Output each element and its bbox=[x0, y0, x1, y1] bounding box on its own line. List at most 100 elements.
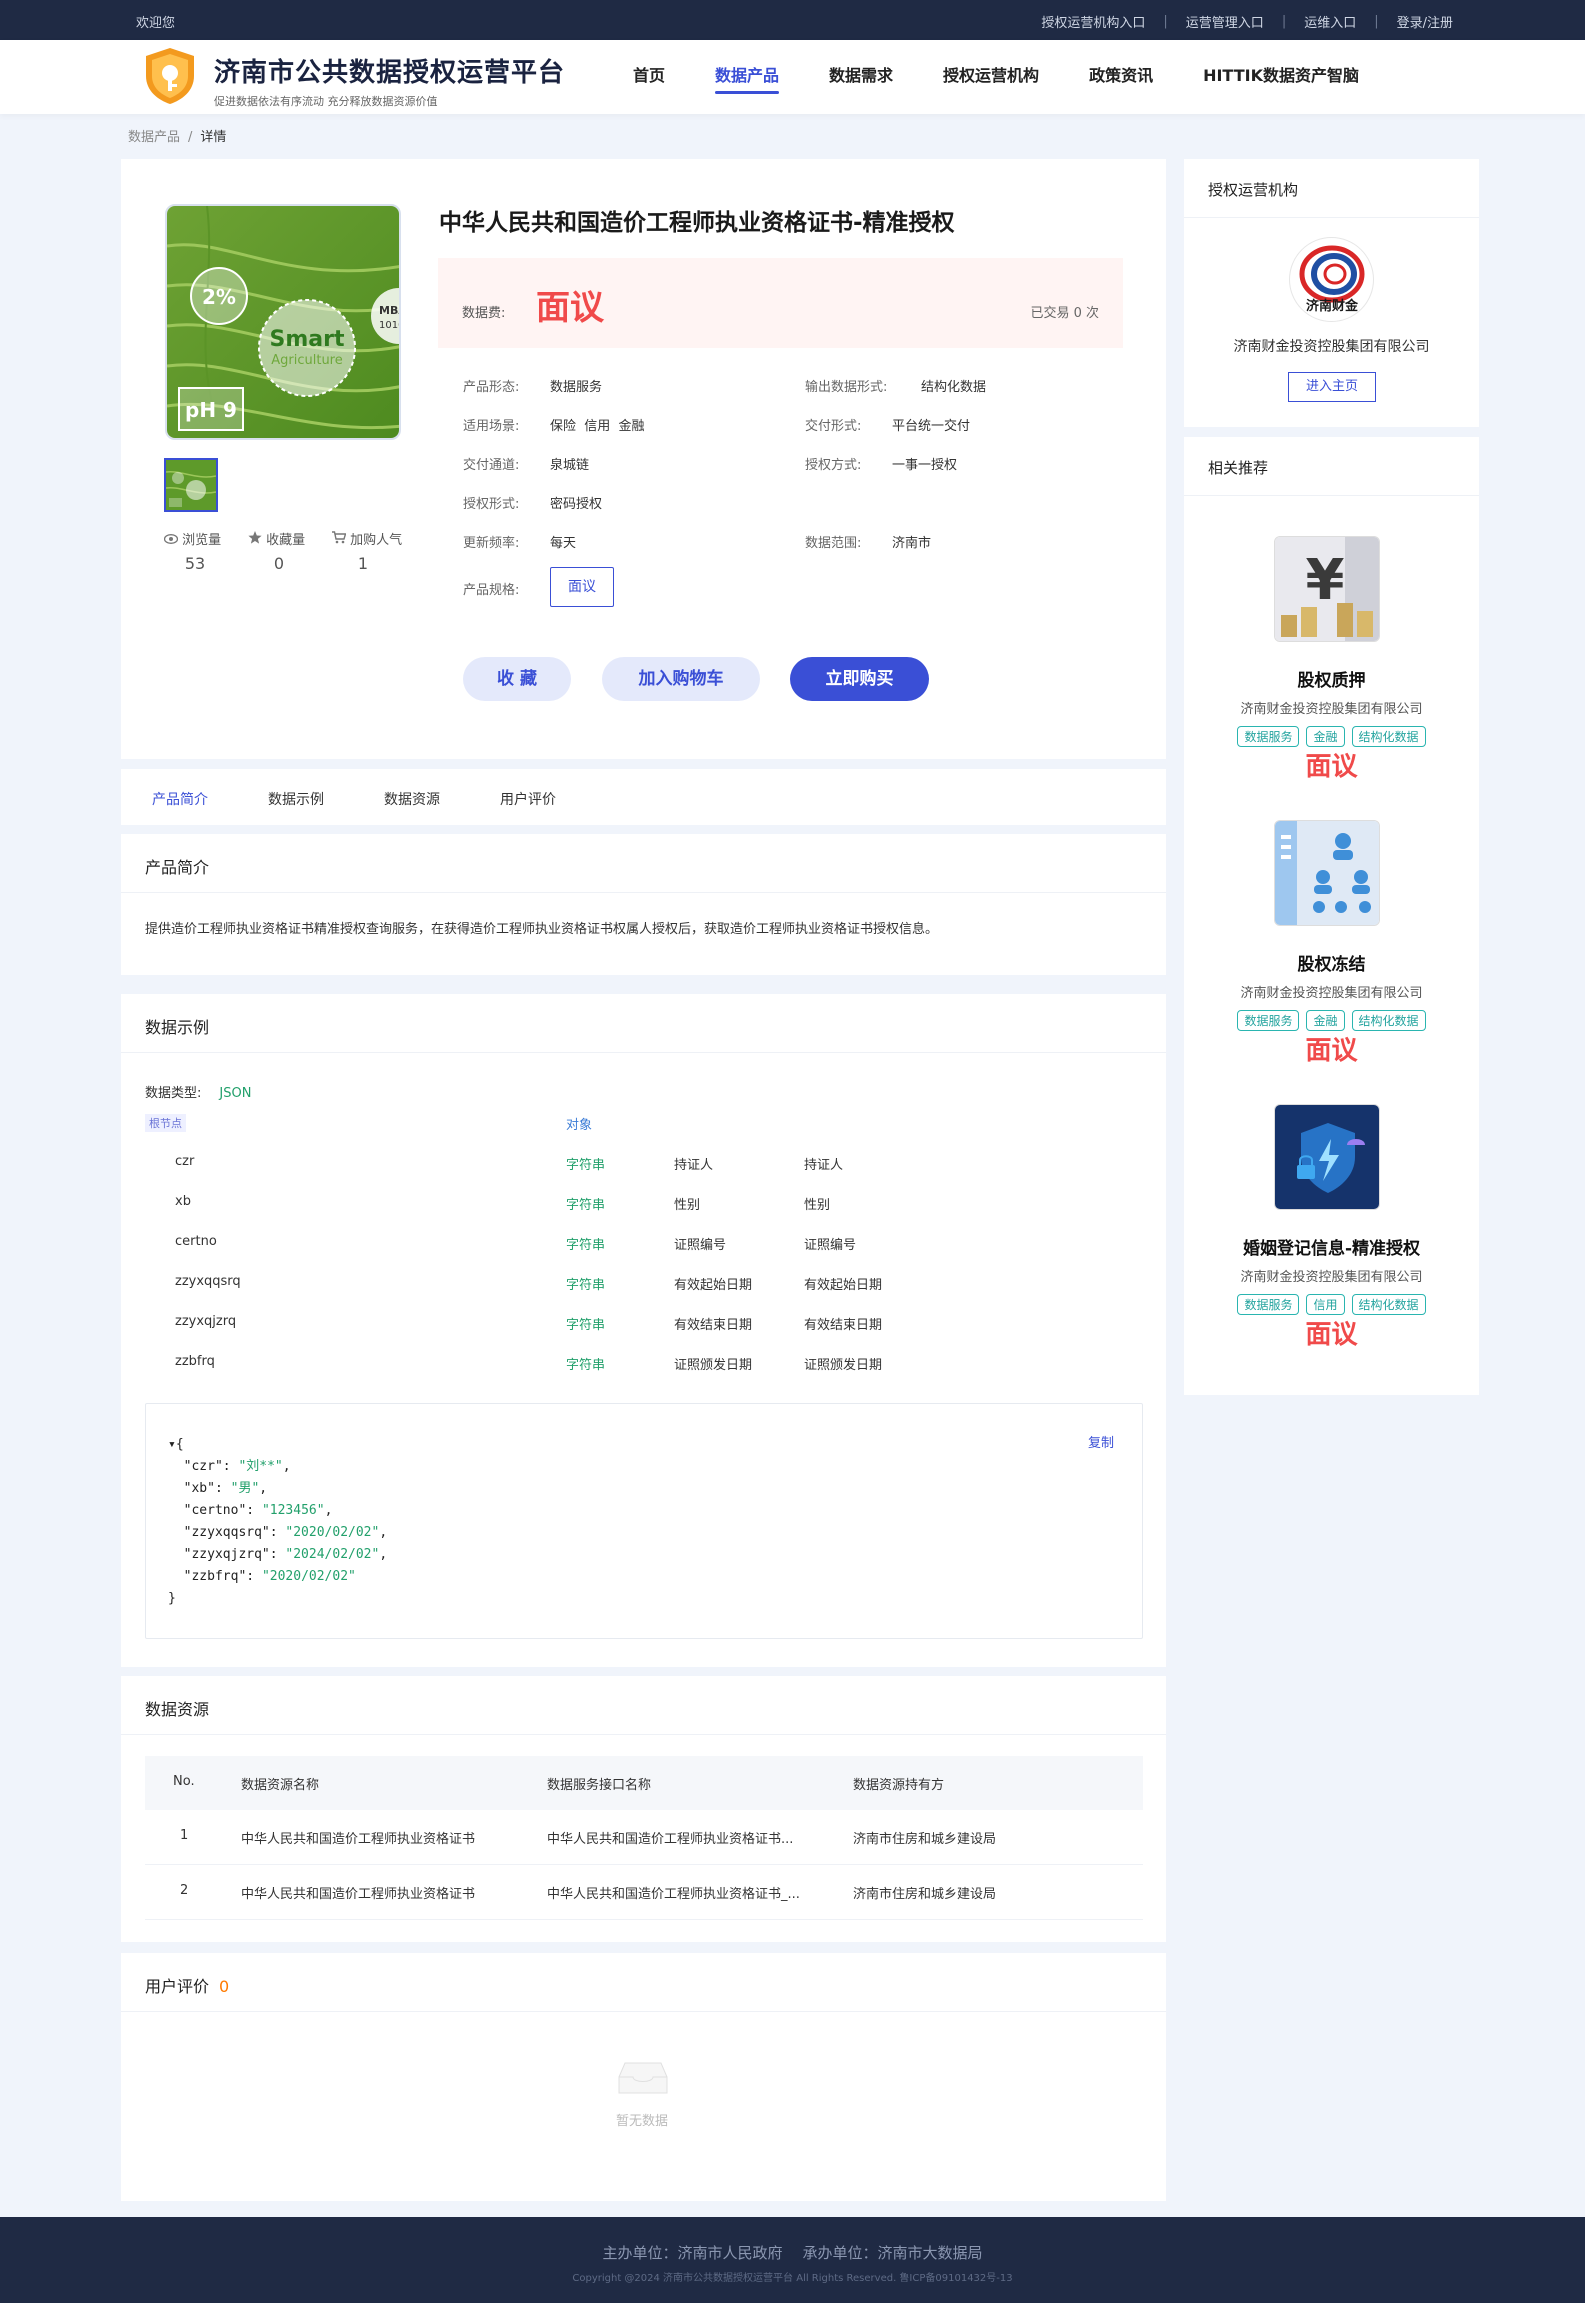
reviews-heading: 用户评价 0 bbox=[145, 1973, 229, 1997]
attr-range-value: 济南市 bbox=[892, 536, 932, 551]
example-section: 数据示例 数据类型: JSON 根节点 对象 czr 字符串 持证人 持证人 xb 字符串… bbox=[121, 994, 1166, 1667]
field-row: zzbfrq 字符串 证照颁发日期 证照颁发日期 bbox=[121, 1354, 1166, 1374]
field-type: 字符串 bbox=[566, 1278, 606, 1293]
field-desc-alt: 有效结束日期 bbox=[804, 1318, 883, 1333]
product-image[interactable]: 2% Smart Agriculture MBA 1010 pH 9 bbox=[165, 204, 401, 440]
attr-authform: 授权形式: 密码授权 bbox=[463, 493, 602, 512]
recommend-image[interactable] bbox=[1274, 1104, 1380, 1210]
ops-management-link[interactable]: 运营管理入口 bbox=[1186, 12, 1264, 31]
nav-hittik[interactable]: HITTIK数据资产智脑 bbox=[1203, 62, 1359, 94]
favorite-button[interactable]: 收 藏 bbox=[463, 657, 571, 701]
field-desc-alt: 持证人 bbox=[804, 1158, 844, 1173]
tag: 数据服务 bbox=[1237, 1010, 1300, 1031]
json-value: "2024/02/02" bbox=[285, 1547, 380, 1562]
site-slogan: 促进数据依法有序流动 充分释放数据资源价值 bbox=[214, 95, 438, 108]
json-value: "男" bbox=[230, 1481, 260, 1496]
breadcrumb-parent[interactable]: 数据产品 bbox=[128, 130, 180, 145]
stat-cart-header: 加购人气 bbox=[332, 529, 416, 548]
json-example-box: 复制 ▾{ "czr": "刘**", "xb": "男", "certno":… bbox=[145, 1403, 1143, 1639]
attr-range-key: 数据范围: bbox=[805, 536, 862, 551]
nav-policy-news[interactable]: 政策资讯 bbox=[1089, 62, 1153, 94]
image-mba-text: MBA bbox=[379, 304, 401, 317]
cell-resource-name: 中华人民共和国造价工程师执业资格证书 bbox=[241, 1887, 476, 1902]
operator-logo-text: 济南财金 bbox=[1306, 298, 1359, 314]
json-value: "刘**" bbox=[238, 1459, 283, 1474]
section-divider bbox=[121, 2011, 1166, 2012]
recommend-price: 面议 bbox=[1305, 752, 1358, 782]
tab-reviews[interactable]: 用户评价 bbox=[500, 789, 556, 809]
nav-data-products[interactable]: 数据产品 bbox=[715, 62, 780, 94]
nav-home[interactable]: 首页 bbox=[633, 62, 665, 94]
tag: 数据服务 bbox=[1237, 1294, 1300, 1315]
tag: 结构化数据 bbox=[1351, 726, 1426, 747]
recommend-image[interactable] bbox=[1274, 820, 1380, 926]
recommend-name[interactable]: 婚姻登记信息-精准授权 bbox=[1184, 1234, 1479, 1259]
footer-units: 主办单位：济南市人民政府 承办单位：济南市大数据局 bbox=[0, 2242, 1585, 2263]
json-comma: , bbox=[379, 1547, 388, 1562]
product-thumbnail[interactable] bbox=[164, 458, 218, 512]
image-code-text: 1010 bbox=[379, 320, 401, 331]
operator-logo[interactable]: 济南财金 bbox=[1289, 237, 1374, 322]
tag: 数据服务 bbox=[1237, 726, 1300, 747]
col-no: No. bbox=[173, 1774, 195, 1789]
field-row: zzyxqjzrq 字符串 有效结束日期 有效结束日期 bbox=[121, 1314, 1166, 1334]
copy-button[interactable]: 复制 bbox=[1088, 1432, 1114, 1451]
maintenance-link[interactable]: 运维入口 bbox=[1304, 12, 1356, 31]
operator-entry-link[interactable]: 授权运营机构入口 bbox=[1041, 12, 1145, 31]
json-key: "zzbfrq" bbox=[183, 1569, 247, 1584]
cell-holder: 济南市住房和城乡建设局 bbox=[853, 1887, 997, 1902]
recommend-card: 相关推荐 ¥ 股权质押 济南财金投资控股集团有限公司 数据服务 金融 结构化数据… bbox=[1184, 437, 1479, 1395]
attr-scene-key: 适用场景: bbox=[463, 419, 520, 434]
field-desc-alt: 有效起始日期 bbox=[804, 1278, 883, 1293]
nav-operators[interactable]: 授权运营机构 bbox=[943, 62, 1039, 94]
section-divider bbox=[121, 1052, 1166, 1053]
recommend-tags: 数据服务 金融 结构化数据 bbox=[1184, 726, 1479, 747]
operator-heading: 授权运营机构 bbox=[1208, 181, 1299, 199]
tab-intro[interactable]: 产品简介 bbox=[152, 789, 208, 809]
attr-authform-key: 授权形式: bbox=[463, 497, 520, 512]
tag: 金融 bbox=[1306, 1010, 1345, 1031]
spec-option-button[interactable]: 面议 bbox=[550, 567, 614, 607]
attr-form-value: 数据服务 bbox=[550, 380, 603, 395]
nav-data-demand[interactable]: 数据需求 bbox=[829, 62, 893, 94]
buy-now-button[interactable]: 立即购买 bbox=[790, 657, 929, 701]
tab-resources[interactable]: 数据资源 bbox=[384, 789, 440, 809]
product-stats: 浏览量 53 收藏量 0 加购人气 1 bbox=[163, 529, 416, 573]
attr-delivery-key: 交付形式: bbox=[805, 419, 862, 434]
intro-heading: 产品简介 bbox=[145, 858, 210, 877]
tab-example[interactable]: 数据示例 bbox=[268, 789, 324, 809]
attr-channel-value: 泉城链 bbox=[550, 458, 590, 473]
stat-favorites: 收藏量 0 bbox=[248, 529, 332, 573]
json-key: "certno" bbox=[183, 1503, 247, 1518]
image-smart-text: Smart bbox=[270, 327, 345, 352]
login-register-link[interactable]: 登录/注册 bbox=[1397, 12, 1453, 31]
root-node-type: 对象 bbox=[566, 1118, 593, 1133]
field-name: zzyxqqsrq bbox=[175, 1274, 241, 1289]
shield-logo-icon[interactable] bbox=[142, 46, 198, 106]
recommend-tags: 数据服务 金融 结构化数据 bbox=[1184, 1010, 1479, 1031]
attr-spec-key: 产品规格: bbox=[463, 583, 520, 598]
data-type-label: 数据类型: bbox=[145, 1086, 202, 1101]
field-type: 字符串 bbox=[566, 1238, 606, 1253]
attr-output: 输出数据形式: 结构化数据 bbox=[805, 376, 986, 395]
add-to-cart-button[interactable]: 加入购物车 bbox=[602, 657, 760, 701]
recommend-name[interactable]: 股权质押 bbox=[1184, 666, 1479, 691]
enter-homepage-button[interactable]: 进入主页 bbox=[1288, 372, 1376, 402]
cell-interface-name: 中华人民共和国造价工程师执业资格证书... bbox=[547, 1832, 794, 1847]
recommend-image[interactable]: ¥ bbox=[1274, 536, 1380, 642]
main-nav: 首页 数据产品 数据需求 授权运营机构 政策资讯 HITTIK数据资产智脑 bbox=[633, 62, 1409, 94]
field-type: 字符串 bbox=[566, 1158, 606, 1173]
col-interface-name: 数据服务接口名称 bbox=[547, 1778, 652, 1793]
collapse-caret-icon[interactable]: ▾ bbox=[168, 1437, 176, 1452]
detail-tabs: 产品简介 数据示例 数据资源 用户评价 bbox=[121, 769, 1166, 825]
site-name: 济南市公共数据授权运营平台 bbox=[214, 58, 566, 88]
attr-delivery: 交付形式: 平台统一交付 bbox=[805, 415, 970, 434]
recommend-name[interactable]: 股权冻结 bbox=[1184, 950, 1479, 975]
section-divider bbox=[1184, 495, 1479, 496]
attr-freq: 更新频率: 每天 bbox=[463, 532, 576, 551]
root-node-tag: 根节点 bbox=[145, 1114, 186, 1132]
stat-favorites-value: 0 bbox=[273, 554, 285, 573]
resources-table: No. 数据资源名称 数据服务接口名称 数据资源持有方 1 中华人民共和国造价工… bbox=[145, 1756, 1143, 1920]
shield-lock-icon bbox=[1275, 1105, 1379, 1209]
resources-heading: 数据资源 bbox=[145, 1700, 210, 1719]
